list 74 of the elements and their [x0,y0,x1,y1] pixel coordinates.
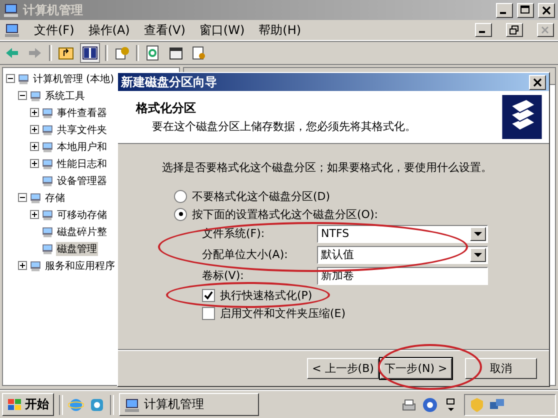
computer-icon [4,22,20,38]
tree-node-icon [29,259,42,272]
page-heading: 格式化分区 [136,100,197,117]
close-button[interactable] [537,23,554,37]
menu-item[interactable]: 文件(F) [34,22,74,38]
maximize-button[interactable] [517,2,534,18]
menu-item[interactable]: 窗口(W) [199,22,245,38]
pane-toggle-icon[interactable] [80,43,100,63]
field-label: 卷标(V): [202,268,245,283]
tree-node-icon [29,191,42,204]
dialog-title: 新建磁盘分区向导 [121,74,217,90]
expand-toggle[interactable] [18,91,27,100]
expand-toggle[interactable] [30,159,39,168]
menu-item[interactable]: 帮助(H) [258,22,302,38]
dialog-button[interactable]: < 上一步(B) [307,358,379,378]
expand-toggle[interactable] [6,74,15,83]
expand-toggle[interactable] [30,108,39,117]
radio-label[interactable]: 按下面的设置格式化这个磁盘分区(O): [192,206,378,222]
tree-node-icon [41,157,54,170]
checkbox[interactable] [202,288,215,302]
expand-toggle[interactable] [30,125,39,134]
dropdown[interactable]: NTFS [317,224,488,242]
computer-icon [3,2,19,18]
radio-button[interactable] [174,190,187,202]
start-button[interactable]: 开始 [2,393,54,416]
tree-node-icon [41,123,54,136]
windows-logo-icon [7,396,23,412]
tree-node-icon [41,242,54,255]
computer-icon [124,396,140,412]
tree-node-icon [41,208,54,221]
radio-button[interactable] [174,208,187,220]
tree-item[interactable]: 磁盘碎片整 [56,224,108,238]
tree-item[interactable]: 可移动存储 [56,208,108,222]
dialog-button[interactable]: 取消 [465,358,537,378]
minimize-button[interactable] [496,2,513,18]
desktop-icon[interactable] [89,396,105,412]
tree-item[interactable]: 存储 [44,190,66,204]
window-title: 计算机管理 [23,2,83,18]
tree-node-icon [29,89,42,102]
tree-item[interactable]: 系统工具 [44,88,86,102]
tree-node-icon [41,140,54,153]
expand-toggle[interactable] [18,261,27,270]
tree-node-icon [41,225,54,238]
checkbox-label[interactable]: 执行快速格式化(P) [220,288,312,302]
close-button[interactable] [538,2,555,18]
restore-button[interactable] [506,23,523,37]
menu-item[interactable]: 操作(A) [88,22,130,38]
printer-icon[interactable] [401,396,417,412]
expand-toggle[interactable] [30,142,39,151]
page-subtitle: 要在这个磁盘分区上储存数据，您必须先将其格式化。 [151,119,417,134]
close-button[interactable] [529,74,546,90]
instruction-text: 选择是否要格式化这个磁盘分区；如果要格式化，要使用什么设置。 [162,160,493,175]
field-label: 分配单位大小(A): [202,247,289,262]
disk-stack-icon [501,95,543,139]
dropdown[interactable]: 默认值 [317,246,488,264]
taskbar-button[interactable]: 计算机管理 [119,393,259,416]
tree-item[interactable]: 磁盘管理 [56,242,98,256]
radio-label[interactable]: 不要格式化这个磁盘分区(D) [192,188,330,204]
tree-node-icon [41,174,54,187]
menu-item[interactable]: 查看(V) [144,22,186,38]
tree-item[interactable]: 计算机管理 (本地) [32,72,115,86]
expand-toggle[interactable] [18,193,27,202]
tree-node-icon [17,72,30,85]
tree-item[interactable]: 本地用户和 [56,140,108,154]
expand-toggle[interactable] [30,210,39,219]
tree-node-icon [41,106,54,119]
tree-item[interactable]: 设备管理器 [56,174,108,188]
tree-item[interactable]: 事件查看器 [56,106,108,120]
checkbox[interactable] [202,306,215,320]
tree-item[interactable]: 服务和应用程序 [44,258,116,272]
tree-item[interactable]: 性能日志和 [56,156,108,170]
checkbox-label[interactable]: 启用文件和文件夹压缩(E) [220,306,346,320]
tree-item[interactable]: 共享文件夹 [56,122,108,136]
minimize-button[interactable] [475,23,492,37]
